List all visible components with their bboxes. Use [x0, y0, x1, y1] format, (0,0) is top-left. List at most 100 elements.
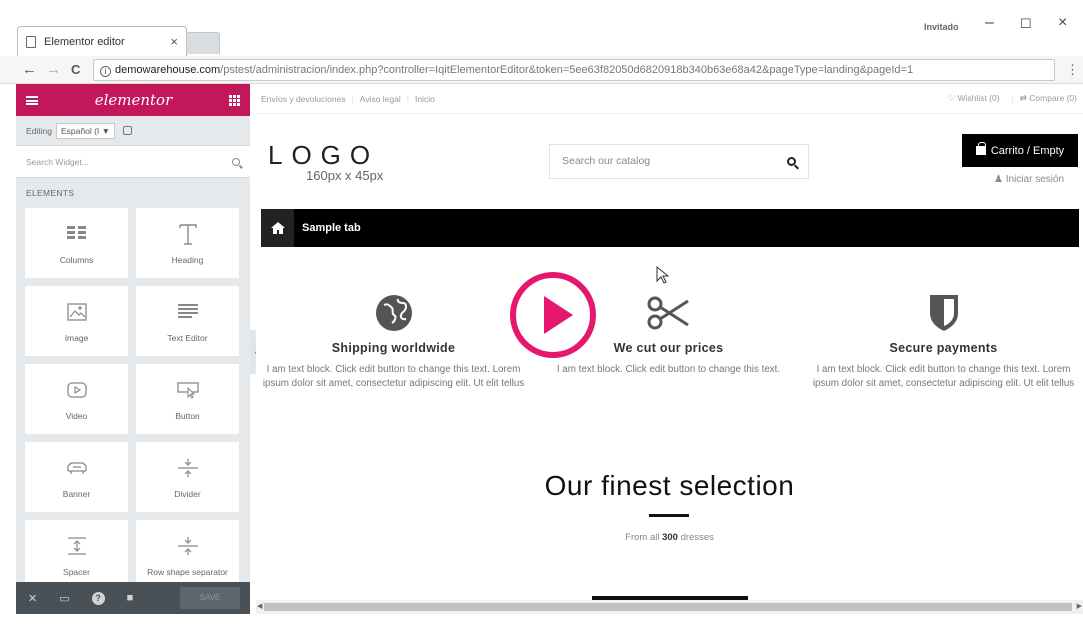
widget-search-placeholder: Search Widget...	[26, 156, 89, 167]
spacer-icon	[67, 537, 86, 555]
text-editor-icon	[177, 304, 198, 318]
close-window-button[interactable]: ×	[1058, 14, 1067, 32]
subtitle-prefix: From all	[625, 532, 660, 543]
widget-label: Button	[175, 411, 200, 421]
banner-icon	[66, 462, 87, 474]
compare-link[interactable]: ⇄ Compare (0)	[1020, 93, 1077, 104]
save-button[interactable]: SAVE	[180, 587, 240, 609]
widget-heading[interactable]: Heading	[136, 208, 239, 278]
widget-search-input[interactable]: Search Widget...	[16, 146, 250, 178]
maximize-button[interactable]: ☐	[1020, 16, 1032, 32]
globe-icon	[375, 295, 412, 331]
scrollbar-thumb[interactable]	[264, 603, 1072, 611]
feature-text: I am text block. Click edit button to ch…	[262, 364, 525, 389]
feature-title: Shipping worldwide	[331, 341, 456, 355]
widgets-grid-icon[interactable]	[228, 94, 240, 106]
widget-video[interactable]: Video	[25, 364, 128, 434]
widget-label: Text Editor	[167, 333, 208, 343]
minimize-button[interactable]: –	[985, 14, 994, 32]
tab-title: Elementor editor	[44, 35, 125, 48]
elementor-panel: elementor Editing Español (I ▼ Search Wi…	[16, 84, 250, 614]
copy-icon[interactable]	[123, 126, 133, 135]
heading-icon	[178, 224, 197, 245]
catalog-search-input[interactable]: Search our catalog	[549, 144, 809, 179]
widget-label: Divider	[174, 489, 201, 499]
login-link[interactable]: ♟ Iniciar sesión	[994, 174, 1064, 185]
dress-count: 300	[662, 532, 678, 543]
widget-grid: Columns Heading Image Text Editor Video …	[16, 208, 250, 590]
section-heading: Our finest selection	[544, 470, 795, 501]
site-preview: Envíos y devoluciones | Aviso legal | In…	[256, 84, 1083, 614]
editing-language-row: Editing Español (I ▼	[16, 116, 250, 146]
feature-title: Secure payments	[889, 341, 998, 355]
nav-link-legal[interactable]: Aviso legal	[360, 94, 401, 104]
widget-columns[interactable]: Columns	[25, 208, 128, 278]
feature-secure: Secure payments I am text block. Click e…	[806, 289, 1081, 391]
panel-header: elementor	[16, 84, 250, 116]
widget-label: Columns	[59, 255, 94, 265]
reload-button[interactable]: C	[71, 62, 80, 77]
language-select[interactable]: Español (I ▼	[56, 122, 116, 139]
columns-icon	[66, 226, 86, 239]
nav-link-home[interactable]: Inicio	[415, 94, 435, 104]
widget-image[interactable]: Image	[25, 286, 128, 356]
editing-label: Editing	[26, 125, 52, 136]
site-logo[interactable]: LOGO 160px x 45px	[268, 142, 383, 183]
browser-user-label[interactable]: Invitado	[924, 22, 959, 32]
section-subtitle: From all 300 dresses	[256, 532, 1083, 543]
cart-button[interactable]: Carrito / Empty	[962, 134, 1078, 167]
feature-text: I am text block. Click edit button to ch…	[812, 364, 1075, 389]
cart-label: Carrito / Empty	[990, 144, 1065, 157]
page-icon	[26, 35, 36, 48]
browser-menu-icon[interactable]: ⋮	[1066, 62, 1079, 78]
wishlist-link[interactable]: ♡ Wishlist (0)	[948, 93, 1000, 104]
widget-divider[interactable]: Divider	[136, 442, 239, 512]
help-icon[interactable]: ?	[91, 591, 105, 605]
close-panel-icon[interactable]: ✕	[28, 592, 37, 605]
sample-tab-bar[interactable]: Sample tab	[261, 209, 1079, 247]
home-icon[interactable]	[261, 209, 294, 247]
responsive-mode-icon[interactable]: ▭	[59, 592, 69, 605]
nav-link-shipping[interactable]: Envíos y devoluciones	[261, 94, 346, 104]
shopping-bag-icon	[975, 142, 986, 155]
forward-button[interactable]: →	[46, 61, 61, 78]
logo-text: LOGO	[268, 140, 380, 170]
row-shape-separator-icon	[177, 537, 198, 555]
back-button[interactable]: ←	[22, 61, 37, 78]
feature-shipping: Shipping worldwide I am text block. Clic…	[256, 289, 531, 391]
menu-icon[interactable]	[26, 95, 38, 105]
widget-label: Video	[65, 411, 88, 421]
browser-tab[interactable]: Elementor editor ×	[17, 26, 187, 56]
widget-label: Spacer	[63, 567, 90, 577]
elementor-logo: elementor	[94, 91, 173, 109]
horizontal-scrollbar[interactable]: ◀ ▶	[256, 600, 1083, 614]
url-host: demowarehouse.com	[115, 64, 221, 76]
url-input[interactable]: i demowarehouse.com/pstest/administracion…	[93, 59, 1055, 81]
tab-label: Sample tab	[302, 222, 361, 234]
folder-icon[interactable]: ■	[127, 592, 134, 604]
elements-section-title: ELEMENTS	[26, 188, 75, 198]
feature-text: I am text block. Click edit button to ch…	[556, 364, 781, 375]
widget-spacer[interactable]: Spacer	[25, 520, 128, 590]
browser-tabstrip: Elementor editor × Invitado – ☐ ×	[0, 0, 1083, 56]
url-path: /pstest/administracion/index.php?control…	[220, 64, 914, 76]
widget-row-shape-separator[interactable]: Row shape separator	[136, 520, 239, 590]
widget-text-editor[interactable]: Text Editor	[136, 286, 239, 356]
search-icon	[232, 157, 240, 166]
logo-size-text: 160px x 45px	[306, 168, 384, 183]
widget-label: Image	[64, 333, 89, 343]
button-icon	[176, 382, 199, 399]
scroll-left-arrow[interactable]: ◀	[257, 602, 262, 610]
widget-button[interactable]: Button	[136, 364, 239, 434]
new-tab-button[interactable]	[186, 32, 220, 54]
heading-underline	[649, 514, 689, 517]
tab-close-icon[interactable]: ×	[170, 34, 178, 49]
widget-label: Row shape separator	[147, 567, 228, 577]
image-icon	[66, 303, 87, 321]
play-button-icon[interactable]	[509, 271, 597, 359]
info-icon[interactable]: i	[100, 66, 111, 77]
address-bar: ← → C i demowarehouse.com/pstest/administ…	[0, 56, 1083, 84]
widget-banner[interactable]: Banner	[25, 442, 128, 512]
search-icon[interactable]	[787, 157, 796, 166]
scroll-right-arrow[interactable]: ▶	[1077, 602, 1082, 610]
